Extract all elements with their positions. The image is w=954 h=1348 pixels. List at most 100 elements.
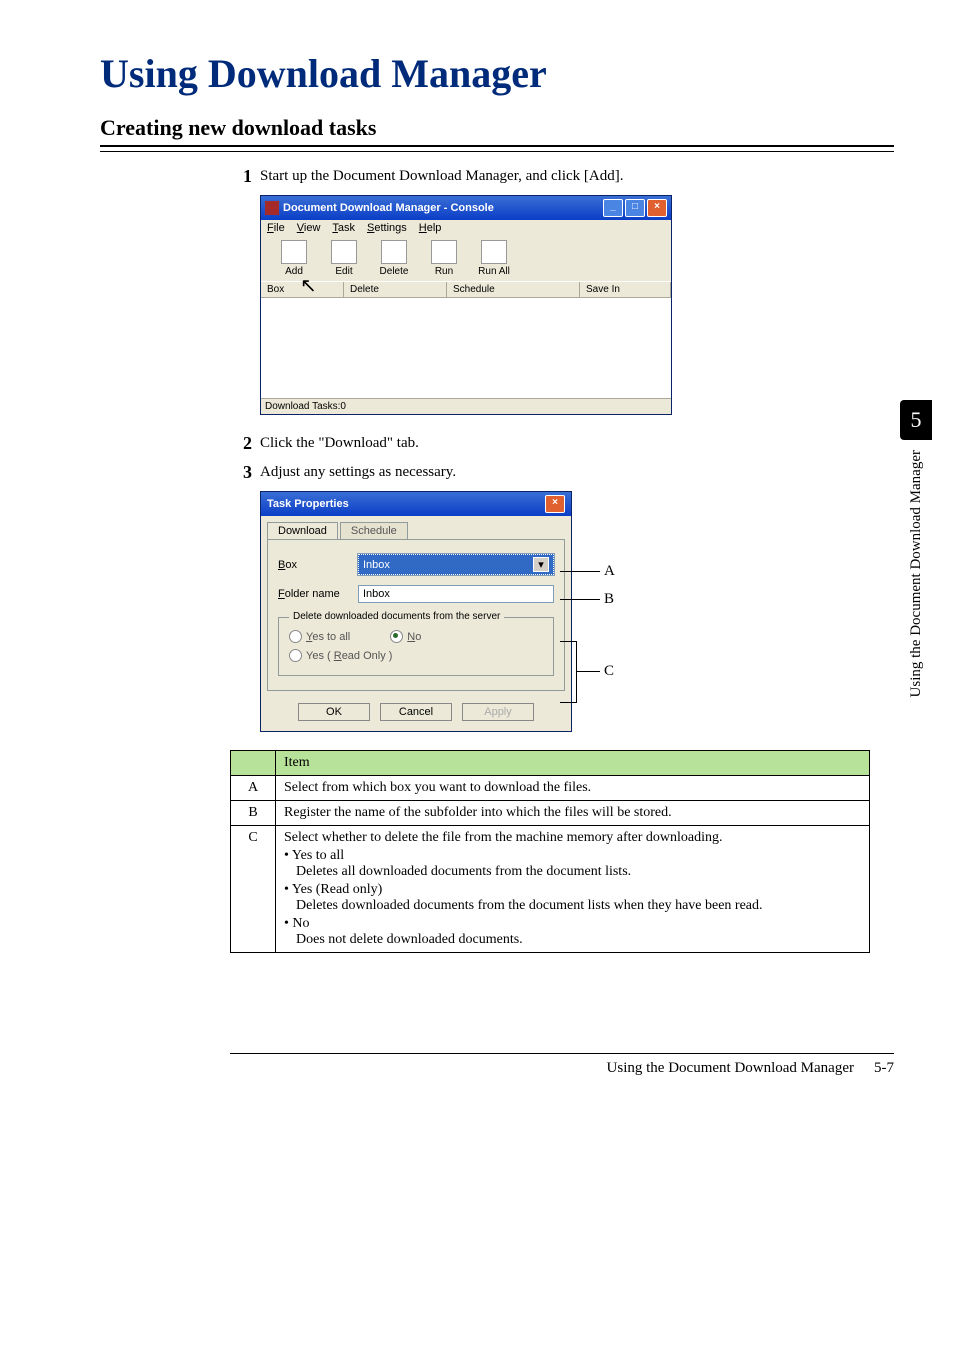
dialog-close-button[interactable]: × [545,495,565,513]
bullet-yes-all-body: Deletes all downloaded documents from th… [296,864,861,880]
footer-text: Using the Document Download Manager [607,1060,854,1077]
chapter-tab: 5 [900,400,932,440]
toolbar: Add Edit Delete Run Run All [261,236,671,281]
row-key-c: C [231,826,276,953]
col-box[interactable]: Box [261,282,344,297]
radio-yes-readonly[interactable]: Yes ( Read Only ) [289,649,392,662]
col-delete[interactable]: Delete [344,282,447,297]
figure-console: Document Download Manager - Console _ □ … [260,195,894,415]
figure-dialog: Task Properties × Download Schedule Box … [260,491,894,732]
bullet-yes-ro-body: Deletes downloaded documents from the do… [296,898,861,914]
step-1: 1 Start up the Document Download Manager… [230,166,894,187]
bullet-no: No [284,916,861,932]
menu-help[interactable]: Help [419,222,442,234]
tool-delete[interactable]: Delete [371,240,417,277]
callout-bracket-c [560,641,577,703]
group-title: Delete downloaded documents from the ser… [289,611,504,622]
row-c-lead: Select whether to delete the file from t… [284,830,861,846]
tool-runall[interactable]: Run All [471,240,517,277]
folder-name-input[interactable]: Inbox [358,585,554,603]
apply-button[interactable]: Apply [462,703,534,721]
radio-icon [289,630,302,643]
radio-no[interactable]: No [390,630,421,643]
runall-icon [481,240,507,264]
ok-button[interactable]: OK [298,703,370,721]
table-header-item: Item [276,751,870,776]
row-desc-c: Select whether to delete the file from t… [276,826,870,953]
row-key-a: A [231,776,276,801]
task-properties-dialog: Task Properties × Download Schedule Box … [260,491,572,732]
box-combobox[interactable]: Inbox ▾ [358,554,554,575]
step-number: 3 [230,462,252,483]
col-savein[interactable]: Save In [580,282,671,297]
menu-settings[interactable]: Settings [367,222,407,234]
col-schedule[interactable]: Schedule [447,282,580,297]
tab-pane-download: Box Inbox ▾ Folder name Inbox Delete dow… [267,539,565,691]
app-icon [265,201,279,215]
menu-file[interactable]: File [267,222,285,234]
console-titlebar: Document Download Manager - Console _ □ … [261,196,671,220]
row-desc-a: Select from which box you want to downlo… [276,776,870,801]
callout-line-c [576,671,600,672]
dialog-buttons: OK Cancel Apply [261,697,571,731]
section-title: Creating new download tasks [100,115,894,141]
delete-icon [381,240,407,264]
radio-yes-all[interactable]: Yes to all [289,630,350,643]
dialog-title: Task Properties [267,498,545,510]
callout-c: C [604,663,614,680]
radio-icon [390,630,403,643]
dialog-titlebar: Task Properties × [261,492,571,516]
step-number: 1 [230,166,252,187]
bullet-yes-all: Yes to all [284,848,861,864]
box-value: Inbox [363,559,390,571]
folder-label: Folder name [278,588,358,600]
main-title: Using Download Manager [100,50,894,97]
row-desc-b: Register the name of the subfolder into … [276,801,870,826]
bullet-yes-ro: Yes (Read only) [284,882,861,898]
callout-a: A [604,563,615,580]
statusbar: Download Tasks:0 [261,398,671,414]
tool-run[interactable]: Run [421,240,467,277]
console-window: Document Download Manager - Console _ □ … [260,195,672,415]
right-sidebar: 5 Using the Document Download Manager [900,400,932,697]
bullet-no-body: Does not delete downloaded documents. [296,932,861,948]
edit-icon [331,240,357,264]
callout-line-b [560,599,600,600]
dialog-tabs: Download Schedule [261,516,571,539]
menu-task[interactable]: Task [332,222,355,234]
table-header-blank [231,751,276,776]
box-label: Box [278,559,358,571]
items-table: Item A Select from which box you want to… [230,750,870,953]
console-title: Document Download Manager - Console [283,202,603,214]
list-body [261,298,671,398]
step-text: Start up the Document Download Manager, … [260,166,623,185]
radio-icon [289,649,302,662]
chevron-down-icon: ▾ [533,557,549,572]
table-row: A Select from which box you want to down… [231,776,870,801]
close-button[interactable]: × [647,199,667,217]
minimize-button[interactable]: _ [603,199,623,217]
tab-download[interactable]: Download [267,522,338,539]
step-2: 2 Click the "Download" tab. [230,433,894,454]
table-row: C Select whether to delete the file from… [231,826,870,953]
page-footer: Using the Document Download Manager 5-7 [230,1053,894,1077]
list-header: Box Delete Schedule Save In [261,281,671,298]
section-rule [100,145,894,152]
footer-page: 5-7 [874,1060,894,1077]
run-icon [431,240,457,264]
tab-schedule[interactable]: Schedule [340,522,408,539]
delete-group: Delete downloaded documents from the ser… [278,617,554,676]
tool-edit[interactable]: Edit [321,240,367,277]
maximize-button[interactable]: □ [625,199,645,217]
sidebar-text: Using the Document Download Manager [908,450,925,697]
callout-b: B [604,591,614,608]
cancel-button[interactable]: Cancel [380,703,452,721]
step-text: Click the "Download" tab. [260,433,419,452]
menu-view[interactable]: View [297,222,321,234]
tool-add[interactable]: Add [271,240,317,277]
row-key-b: B [231,801,276,826]
step-number: 2 [230,433,252,454]
step-3: 3 Adjust any settings as necessary. [230,462,894,483]
table-row: B Register the name of the subfolder int… [231,801,870,826]
menubar: File View Task Settings Help [261,220,671,236]
